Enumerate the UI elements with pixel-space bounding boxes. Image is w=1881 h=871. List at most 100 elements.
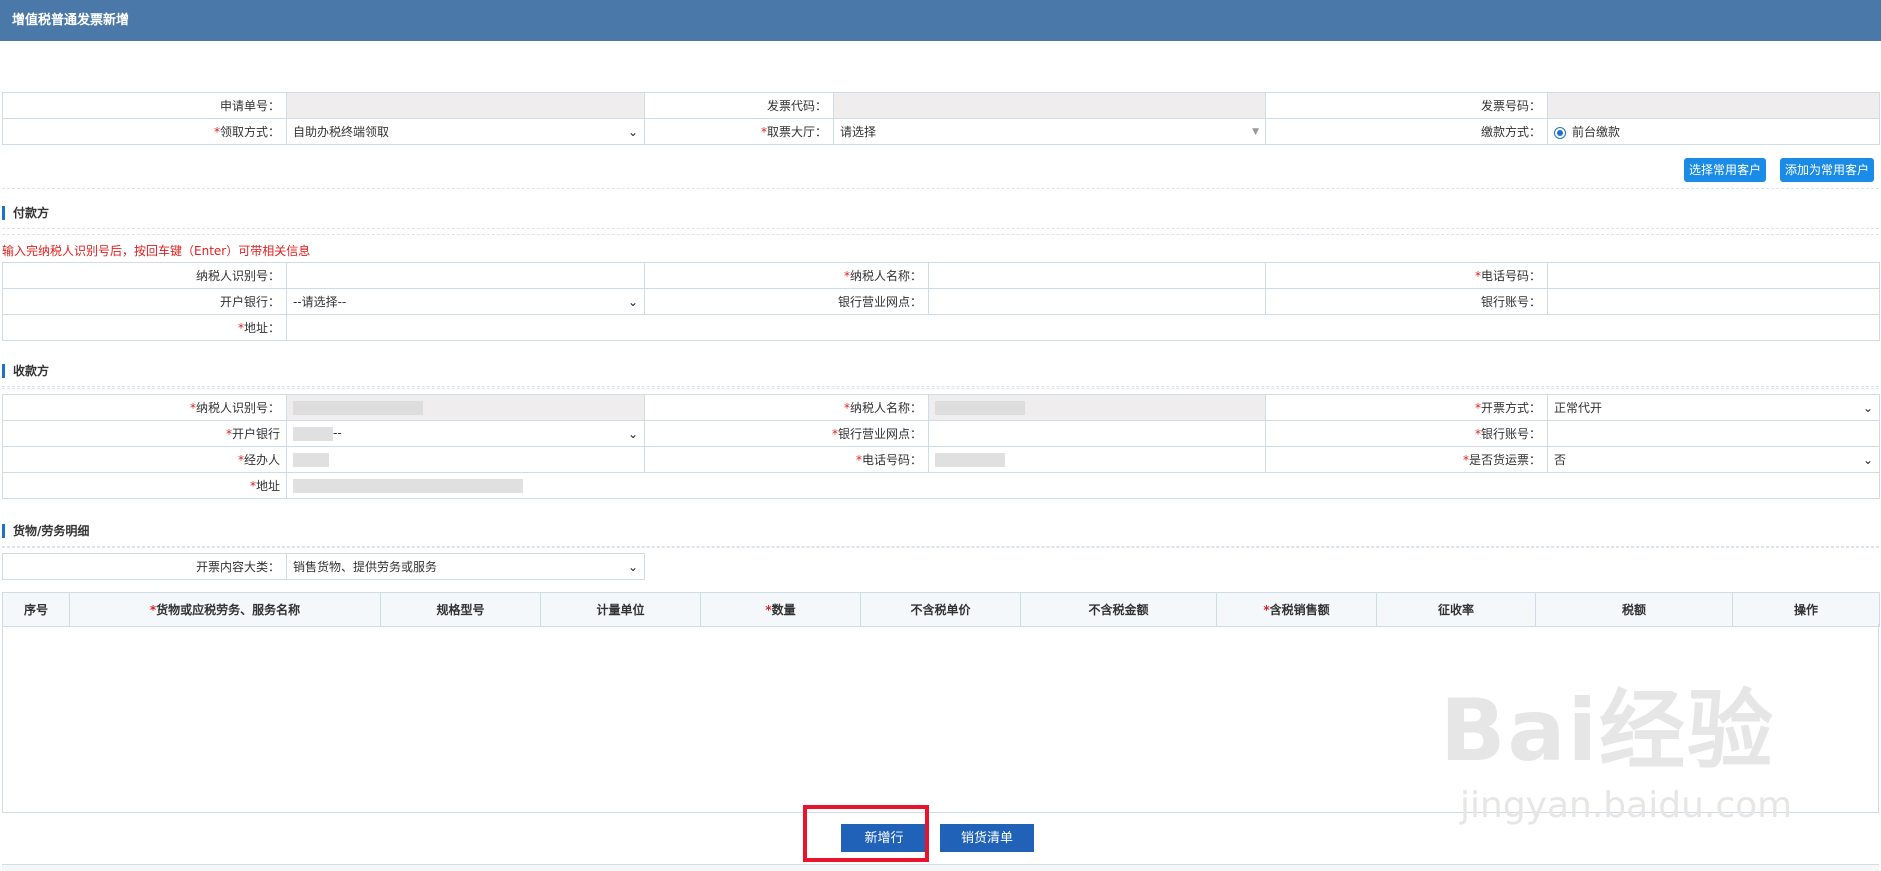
- payee-bank-value-wrap: --: [293, 426, 342, 441]
- pickup-method-value: 自助办税终端领取: [293, 125, 390, 139]
- payer-bank-select[interactable]: --请选择-- ⌄: [286, 288, 645, 315]
- pickup-method-label: 领取方式：: [219, 125, 280, 139]
- payee-account-label-cell: *银行账号：: [1265, 420, 1548, 447]
- chevron-down-icon: ⌄: [1862, 400, 1873, 415]
- goods-section-header: 货物/劳务明细: [2, 516, 1879, 547]
- application-no-field: [286, 92, 645, 119]
- payer-address-input[interactable]: [286, 314, 1880, 341]
- payer-section-header: 付款方: [2, 198, 1879, 229]
- goods-table: 序号 *货物或应税劳务、服务名称 规格型号 计量单位 *数量 不含税单价 不含税…: [2, 592, 1880, 627]
- chevron-down-icon: ⌄: [627, 294, 638, 309]
- payee-phone-input[interactable]: [928, 446, 1266, 473]
- payee-taxpayer-name-label-cell: *纳税人名称：: [644, 394, 929, 421]
- payer-address-label-cell: *地址：: [2, 314, 287, 341]
- payee-freight-value: 否: [1554, 453, 1567, 467]
- goods-category-select[interactable]: 销售货物、提供劳务或服务 ⌄: [286, 553, 645, 580]
- payer-taxpayer-id-input[interactable]: [286, 262, 645, 289]
- pickup-hall-select[interactable]: 请选择 ▼: [833, 118, 1266, 145]
- add-common-customer-button[interactable]: 添加为常用客户: [1780, 158, 1874, 182]
- payee-freight-label: 是否货运票：: [1468, 453, 1541, 467]
- payee-address-label-cell: *地址: [2, 472, 287, 499]
- payment-method-value[interactable]: 前台缴款: [1572, 125, 1620, 139]
- payer-branch-input[interactable]: [928, 288, 1266, 315]
- chevron-down-icon: ⌄: [1862, 452, 1873, 467]
- payee-phone-label: 电话号码：: [861, 453, 922, 467]
- sales-list-button[interactable]: 销货清单: [940, 824, 1034, 852]
- payer-taxpayer-name-label-cell: *纳税人名称：: [644, 262, 929, 289]
- invoice-no-label: 发票号码：: [1265, 92, 1548, 119]
- payee-agent-label: 经办人: [243, 453, 280, 467]
- application-no-label: 申请单号：: [2, 92, 287, 119]
- payer-phone-label: 电话号码：: [1480, 269, 1541, 283]
- payee-invoice-mode-label: 开票方式：: [1480, 401, 1541, 415]
- invoice-header-form: 申请单号： 发票代码： 发票号码： *领取方式： 自助办税终端领取 ⌄ *取票大厅…: [2, 92, 1880, 145]
- column-header: 货物或应税劳务、服务名称: [156, 603, 301, 617]
- watermark-url: jingyan.baidu.com: [1460, 785, 1793, 826]
- payee-branch-label: 银行营业网点：: [837, 427, 922, 441]
- payer-form: 纳税人识别号： *纳税人名称： *电话号码： 开户银行： --请选择-- ⌄ 银行…: [2, 262, 1880, 341]
- payee-branch-input[interactable]: [928, 420, 1266, 447]
- payee-taxpayer-name-field: [928, 394, 1266, 421]
- redacted-value: [293, 452, 329, 467]
- baidu-jingyan-watermark: Bai经验 jingyan.baidu.com: [1440, 660, 1792, 826]
- window-title: 增值税普通发票新增: [0, 0, 1881, 41]
- radio-selected-icon[interactable]: [1554, 126, 1566, 139]
- payee-freight-select[interactable]: 否 ⌄: [1547, 446, 1880, 473]
- payer-phone-input[interactable]: [1547, 262, 1880, 289]
- divider: [2, 547, 1879, 548]
- payee-agent-input[interactable]: [286, 446, 645, 473]
- column-header: 征收率: [1376, 592, 1536, 627]
- pickup-method-select[interactable]: 自助办税终端领取 ⌄: [286, 118, 645, 145]
- payee-account-input[interactable]: [1547, 420, 1880, 447]
- payee-address-label: 地址: [255, 479, 280, 493]
- payer-bank-label: 开户银行：: [2, 288, 287, 315]
- payer-address-label: 地址：: [243, 321, 280, 335]
- caret-down-icon: ▼: [1252, 126, 1259, 137]
- column-header-cell: *数量: [700, 592, 861, 627]
- chevron-down-icon: ⌄: [627, 559, 638, 574]
- column-header: 规格型号: [380, 592, 541, 627]
- goods-section-title: 货物/劳务明细: [2, 524, 89, 538]
- pickup-hall-label: 取票大厅：: [766, 125, 827, 139]
- divider: [2, 388, 1879, 389]
- payer-account-input[interactable]: [1547, 288, 1880, 315]
- goods-category-form: 开票内容大类： 销售货物、提供劳务或服务 ⌄: [2, 553, 645, 580]
- payee-taxpayer-id-label: 纳税人识别号：: [195, 401, 280, 415]
- column-header: 不含税金额: [1020, 592, 1217, 627]
- payment-method-label: 缴款方式：: [1265, 118, 1548, 145]
- payee-freight-label-cell: *是否货运票：: [1265, 446, 1548, 473]
- redacted-value: [293, 478, 523, 493]
- divider: [2, 234, 1879, 235]
- column-header: 序号: [2, 592, 70, 627]
- goods-table-header: 序号 *货物或应税劳务、服务名称 规格型号 计量单位 *数量 不含税单价 不含税…: [2, 592, 1880, 627]
- invoice-code-label: 发票代码：: [644, 92, 834, 119]
- payee-invoice-mode-select[interactable]: 正常代开 ⌄: [1547, 394, 1880, 421]
- payee-bank-label-cell: *开户银行: [2, 420, 287, 447]
- watermark-logo: Bai经验: [1440, 681, 1776, 781]
- payee-taxpayer-id-label-cell: *纳税人识别号：: [2, 394, 287, 421]
- pickup-method-label-cell: *领取方式：: [2, 118, 287, 145]
- invoice-code-field: [833, 92, 1266, 119]
- select-common-customer-button[interactable]: 选择常用客户: [1684, 158, 1766, 182]
- pickup-hall-placeholder: 请选择: [840, 125, 877, 139]
- payee-taxpayer-name-label: 纳税人名称：: [849, 401, 922, 415]
- payee-bank-select[interactable]: -- ⌄: [286, 420, 645, 447]
- payee-bank-value: --: [333, 426, 342, 441]
- column-header-cell: *含税销售额: [1216, 592, 1377, 627]
- redacted-value: [293, 426, 333, 441]
- column-header: 计量单位: [540, 592, 701, 627]
- payer-taxpayer-name-input[interactable]: [928, 262, 1266, 289]
- column-header: 不含税单价: [860, 592, 1021, 627]
- payee-section-title: 收款方: [2, 364, 49, 378]
- invoice-no-field: [1547, 92, 1880, 119]
- payee-branch-label-cell: *银行营业网点：: [644, 420, 929, 447]
- payer-taxpayer-name-label: 纳税人名称：: [849, 269, 922, 283]
- payer-section-title: 付款方: [2, 206, 49, 220]
- payee-section-header: 收款方: [2, 356, 1879, 387]
- payee-invoice-mode-label-cell: *开票方式：: [1265, 394, 1548, 421]
- payee-invoice-mode-value: 正常代开: [1554, 401, 1603, 415]
- redacted-value: [293, 400, 423, 415]
- payee-address-input[interactable]: [286, 472, 1880, 499]
- goods-category-value: 销售货物、提供劳务或服务: [293, 560, 438, 574]
- column-header: 操作: [1732, 592, 1880, 627]
